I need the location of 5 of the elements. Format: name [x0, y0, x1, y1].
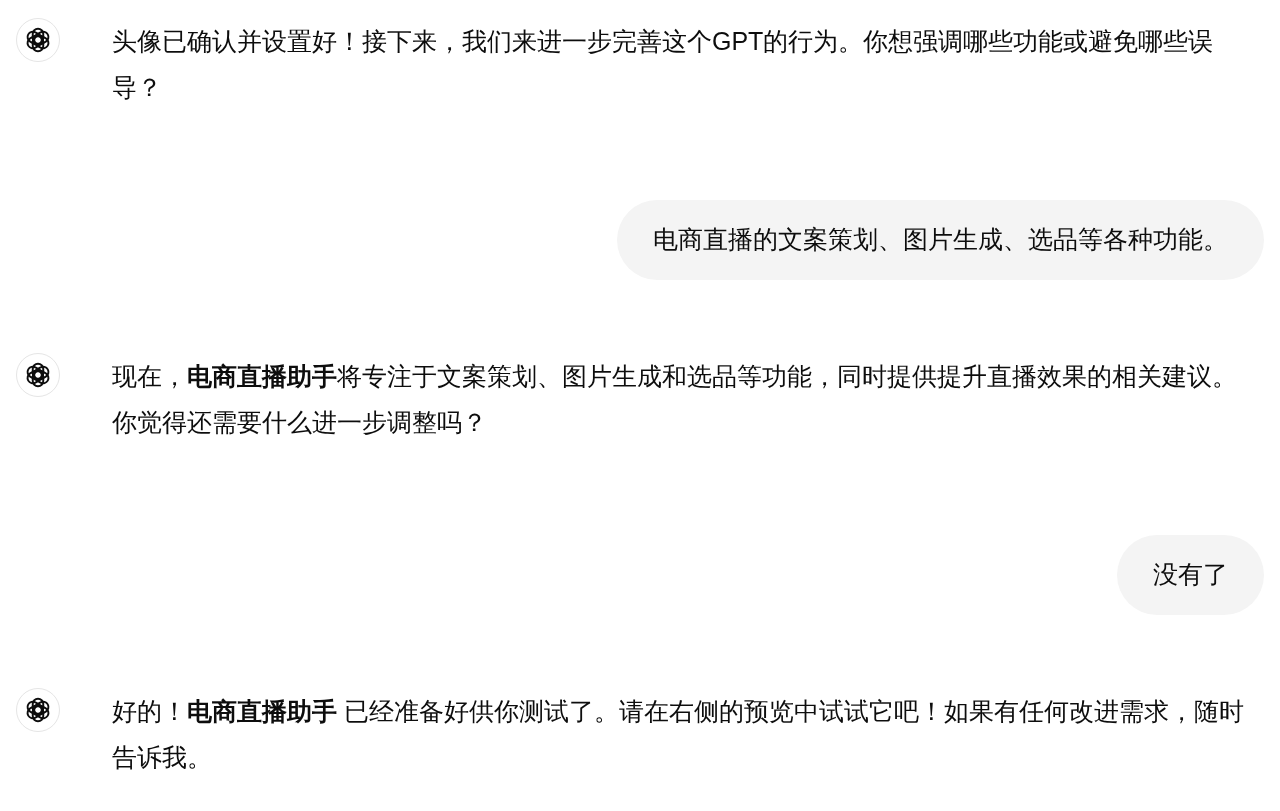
assistant-message: 头像已确认并设置好！接下来，我们来进一步完善这个GPT的行为。你想强调哪些功能或避免哪些误导？	[112, 26, 1215, 103]
assistant-message: 好的！电商直播助手 已经准备好供你测试了。请在右侧的预览中试试它吧！如果有任何改进需求，随时告诉我。	[112, 696, 1245, 773]
user-message-bubble: 电商直播的文案策划、图片生成、选品等各种功能。	[617, 200, 1264, 280]
assistant-message: 现在，电商直播助手将专注于文案策划、图片生成和选品等功能，同时提供提升直播效果的相关建议。你觉得还需要什么进一步调整吗？	[112, 361, 1238, 438]
user-message-bubble: 没有了	[1117, 535, 1264, 615]
